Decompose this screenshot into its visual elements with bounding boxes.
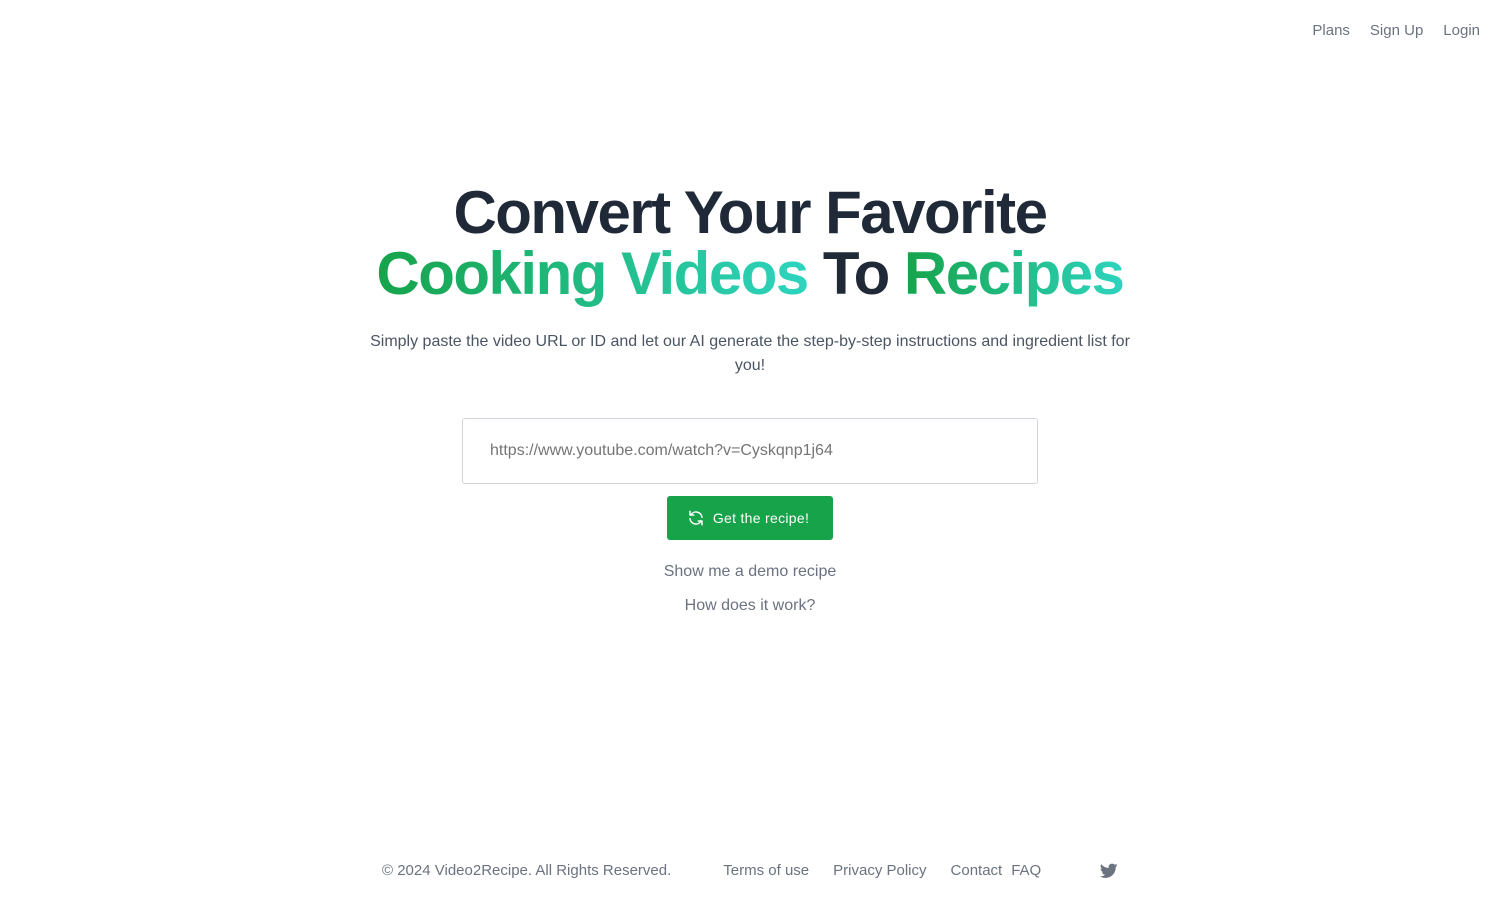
get-recipe-button-label: Get the recipe!: [712, 510, 810, 526]
how-it-works-link[interactable]: How does it work?: [685, 596, 816, 616]
headline-highlight-recipes: Recipes: [903, 240, 1125, 307]
video-url-input[interactable]: [462, 418, 1038, 484]
page-title: Convert Your Favorite Cooking Videos To …: [0, 182, 1500, 304]
secondary-links: Show me a demo recipe How does it work?: [0, 562, 1500, 616]
hero-section: Convert Your Favorite Cooking Videos To …: [0, 182, 1500, 616]
headline-line-1: Convert Your Favorite: [453, 179, 1048, 246]
footer: © 2024 Video2Recipe. All Rights Reserved…: [382, 862, 1122, 879]
get-recipe-button[interactable]: Get the recipe!: [666, 496, 834, 540]
footer-contact-link[interactable]: Contact: [951, 862, 1003, 879]
demo-recipe-link[interactable]: Show me a demo recipe: [664, 562, 837, 582]
footer-terms-link[interactable]: Terms of use: [723, 862, 809, 879]
headline-to: To: [822, 240, 890, 307]
footer-faq-link[interactable]: FAQ: [1011, 862, 1041, 879]
copyright-text: © 2024 Video2Recipe. All Rights Reserved…: [382, 862, 672, 879]
footer-links: Terms of use Privacy Policy Contact FAQ: [723, 862, 1041, 879]
top-navigation: Plans Sign Up Login: [1312, 22, 1480, 39]
nav-plans-link[interactable]: Plans: [1312, 22, 1350, 39]
nav-login-link[interactable]: Login: [1443, 22, 1480, 39]
nav-signup-link[interactable]: Sign Up: [1370, 22, 1423, 39]
twitter-icon[interactable]: [1100, 863, 1118, 879]
headline-highlight-cooking-videos: Cooking Videos: [376, 240, 809, 307]
hero-subtitle: Simply paste the video URL or ID and let…: [370, 333, 1130, 374]
footer-privacy-link[interactable]: Privacy Policy: [833, 862, 926, 879]
refresh-icon: [687, 509, 705, 527]
